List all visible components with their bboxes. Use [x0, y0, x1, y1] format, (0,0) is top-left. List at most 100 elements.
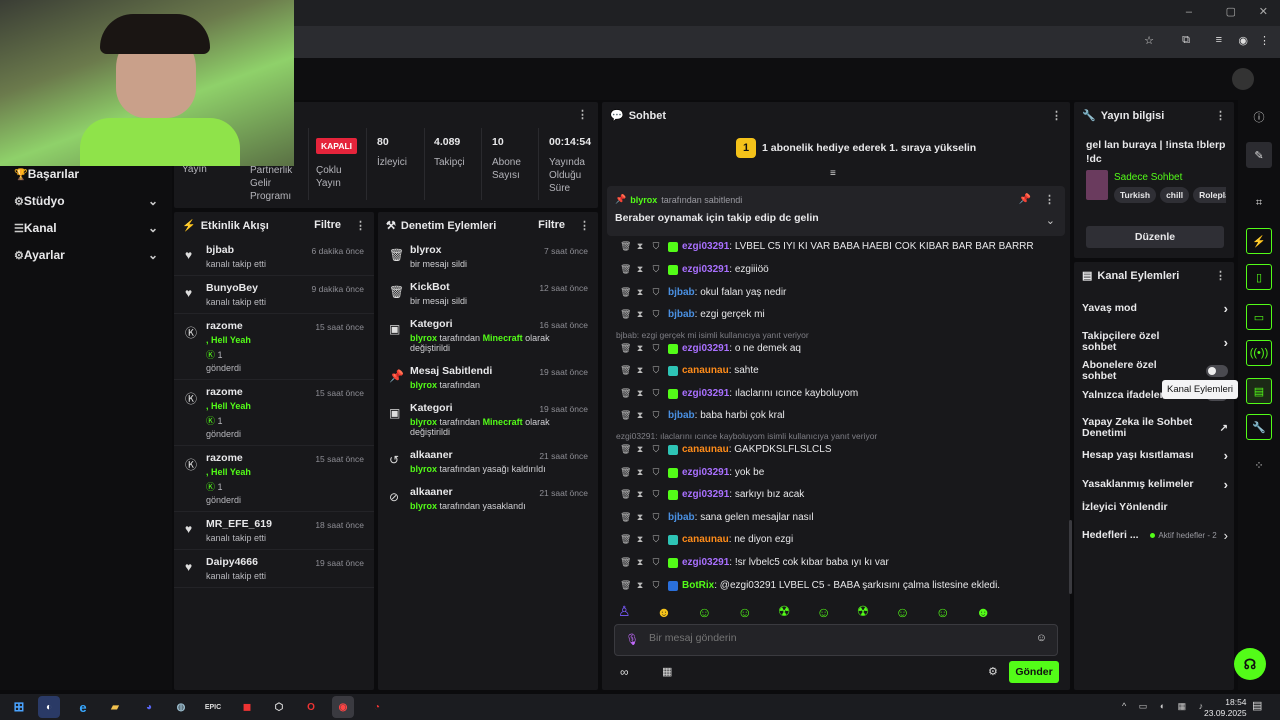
list-item[interactable]: 📌 Mesaj Sabitlendi blyrox tarafından 19 saa… — [378, 359, 598, 396]
chat-scrollbar[interactable] — [1069, 520, 1072, 594]
nav-item-2[interactable]: ☰Kanal ⌄ — [0, 214, 172, 241]
moderator-name[interactable]: blyrox — [410, 380, 437, 390]
chat-username[interactable]: ezgi03291 — [682, 557, 729, 568]
steam-icon[interactable]: ◍ — [170, 696, 192, 718]
emote-icon[interactable]: ☺ — [816, 604, 830, 620]
chat-message[interactable]: 🗑 ⧗ ⛉ BotRix: @ezgi03291 LVBEL C5 - BABA şa… — [620, 580, 1000, 591]
chat-username[interactable]: ezgi03291 — [682, 343, 729, 354]
list-item[interactable]: ♥ bjbab kanalı takip etti 6 dakika önce — [174, 238, 374, 276]
chat-message[interactable]: 🗑 ⧗ ⛉ bjbab: okul falan yaş nedir — [620, 287, 786, 298]
list-item[interactable]: ♥ MR_EFE_619 kanalı takip etti 18 saat önce — [174, 512, 374, 550]
ban-icon[interactable]: ⛉ — [652, 534, 660, 545]
delete-icon[interactable]: 🗑 — [620, 343, 631, 354]
chat-input-box[interactable]: 🎙 ☺ — [614, 624, 1058, 656]
timeout-icon[interactable]: ⧗ — [636, 388, 644, 399]
list-item[interactable]: Ⓚrazome, Hell Yeah Ⓚ 1 gönderdi 15 saat önc… — [174, 314, 374, 380]
chat-username[interactable]: ezgi03291 — [682, 388, 729, 399]
notification-icon[interactable]: ▤ — [1252, 699, 1262, 712]
wrench-icon[interactable]: 🔧 — [1246, 414, 1272, 440]
timeout-icon[interactable]: ⧗ — [636, 264, 644, 275]
store-icon[interactable]: ▦ — [662, 665, 672, 678]
chat-username[interactable]: ezgi03291 — [682, 467, 729, 478]
chat-username[interactable]: canaunau — [682, 444, 729, 455]
timeout-icon[interactable]: ⧗ — [636, 287, 644, 298]
stream-tag[interactable]: Roleplay — [1193, 187, 1226, 203]
edge-icon[interactable]: e — [72, 696, 94, 718]
delete-icon[interactable]: 🗑 — [620, 287, 631, 298]
emote-icon[interactable]: ♙ — [618, 603, 631, 620]
emote-icon[interactable]: ☻ — [657, 604, 672, 620]
moderator-name[interactable]: blyrox — [410, 501, 437, 511]
star-icon[interactable]: ☆ — [1144, 34, 1154, 47]
stat-coklu[interactable]: Çoklu Yayın — [316, 164, 356, 190]
collapse-banner-icon[interactable]: ≡ — [830, 168, 836, 179]
chat-message[interactable]: 🗑 ⧗ ⛉ canaunau: sahte — [620, 365, 759, 376]
delete-icon[interactable]: 🗑 — [620, 444, 631, 455]
profile-icon[interactable]: ◉ — [1238, 34, 1248, 47]
timeout-icon[interactable]: ⧗ — [636, 557, 644, 568]
ban-icon[interactable]: ⛉ — [652, 241, 660, 252]
chat-input[interactable] — [649, 632, 1029, 644]
chat-message[interactable]: 🗑 ⧗ ⛉ ezgi03291: ılaclarını ıcınce kayboluy… — [620, 388, 858, 399]
pinned-by[interactable]: blyrox — [630, 195, 657, 205]
chat-message[interactable]: 🗑 ⧗ ⛉ canaunau: GAKPDKSLFLSLCLS — [620, 444, 832, 455]
edit-button[interactable]: Düzenle — [1086, 226, 1224, 248]
chat-username[interactable]: bjbab — [668, 410, 695, 421]
activity-filter-button[interactable]: Filtre — [314, 219, 341, 231]
tray-icons[interactable]: ^ ▭ ◐ ▦ ♪ — [1122, 701, 1208, 712]
support-icon[interactable]: ☊ — [1234, 648, 1266, 680]
moderator-name[interactable]: blyrox — [410, 333, 437, 343]
emote-icon[interactable]: ☻ — [976, 604, 991, 620]
emote-icon[interactable]: ☺ — [936, 604, 950, 620]
channel-action-item[interactable]: Takipçilere özel sohbet › — [1082, 331, 1228, 353]
channel-action-item[interactable]: Abonelere özel sohbet — [1082, 360, 1228, 382]
list-item[interactable]: 🗑 KickBot bir mesajı sildi 12 saat önce — [378, 275, 598, 312]
nav-item-3[interactable]: ⚙Ayarlar ⌄ — [0, 241, 172, 268]
list-item[interactable]: Ⓚrazome, Hell Yeah Ⓚ 1 gönderdi 15 saat önc… — [174, 380, 374, 446]
ban-icon[interactable]: ⛉ — [652, 444, 660, 455]
channel-action-item[interactable]: Yasaklanmış kelimeler › — [1082, 477, 1228, 492]
add-widget-icon[interactable]: ⁘ — [1246, 452, 1272, 478]
timeout-icon[interactable]: ⧗ — [636, 365, 644, 376]
emote-icon[interactable]: ☢ — [857, 603, 870, 620]
activity-menu-icon[interactable]: ⋮ — [355, 219, 366, 232]
delete-icon[interactable]: 🗑 — [620, 410, 631, 421]
timeout-icon[interactable]: ⧗ — [636, 580, 644, 591]
chat-username[interactable]: bjbab — [668, 309, 695, 320]
delete-icon[interactable]: 🗑 — [620, 580, 631, 591]
ban-icon[interactable]: ⛉ — [652, 309, 660, 320]
timeout-icon[interactable]: ⧗ — [636, 467, 644, 478]
close-button[interactable]: ✕ — [1259, 5, 1268, 18]
moderator-name[interactable]: blyrox — [410, 464, 437, 474]
chat-menu-icon[interactable]: ⋮ — [1051, 109, 1062, 122]
chat-message[interactable]: 🗑 ⧗ ⛉ ezgi03291: o ne demek aq — [620, 343, 801, 354]
list-item[interactable]: ⊘ alkaaner blyrox tarafından yasaklandı 21 … — [378, 480, 598, 517]
chat-message[interactable]: 🗑 ⧗ ⛉ bjbab: sana gelen mesajlar nasıl — [620, 512, 814, 523]
stats-menu-icon[interactable]: ⋮ — [577, 108, 588, 121]
channel-actions-menu-icon[interactable]: ⋮ — [1215, 269, 1226, 282]
chat-message[interactable]: 🗑 ⧗ ⛉ ezgi03291: ezgiiiöö — [620, 264, 769, 275]
timeout-icon[interactable]: ⧗ — [636, 309, 644, 320]
delete-icon[interactable]: 🗑 — [620, 534, 631, 545]
stat-partner[interactable]: Partnerlik Gelir Programı — [250, 164, 306, 203]
channel-action-item[interactable]: Hesap yaşı kısıtlaması › — [1082, 448, 1228, 463]
copilot-icon[interactable]: ◐ — [38, 696, 60, 718]
chat-username[interactable]: ezgi03291 — [682, 264, 729, 275]
epic-icon[interactable]: EPIC — [202, 696, 224, 718]
chat-message[interactable]: 🗑 ⧗ ⛉ ezgi03291: !sr lvbelc5 cok kıbar baba… — [620, 557, 889, 568]
chat-message[interactable]: 🗑 ⧗ ⛉ canaunau: ne diyon ezgi — [620, 534, 793, 545]
maximize-button[interactable]: ▢ — [1226, 5, 1236, 18]
chat-message[interactable]: 🗑 ⧗ ⛉ ezgi03291: LVBEL C5 IYI KI VAR BABA H… — [620, 241, 1034, 252]
chat-message[interactable]: 🗑 ⧗ ⛉ ezgi03291: yok be — [620, 467, 764, 478]
moderator-name[interactable]: blyrox — [410, 417, 437, 427]
stream-tag[interactable]: chill — [1160, 187, 1190, 203]
delete-icon[interactable]: 🗑 — [620, 557, 631, 568]
timeout-icon[interactable]: ⧗ — [636, 489, 644, 500]
chat-message[interactable]: 🗑 ⧗ ⛉ bjbab: baba harbi çok kral — [620, 410, 785, 421]
moderation-menu-icon[interactable]: ⋮ — [579, 219, 590, 232]
ban-icon[interactable]: ⛉ — [652, 512, 660, 523]
chat-settings-icon[interactable]: ⚙ — [988, 665, 998, 678]
ban-icon[interactable]: ⛉ — [652, 365, 660, 376]
send-button[interactable]: Gönder — [1009, 661, 1059, 683]
windows-start-icon[interactable]: ⊞ — [8, 696, 30, 718]
